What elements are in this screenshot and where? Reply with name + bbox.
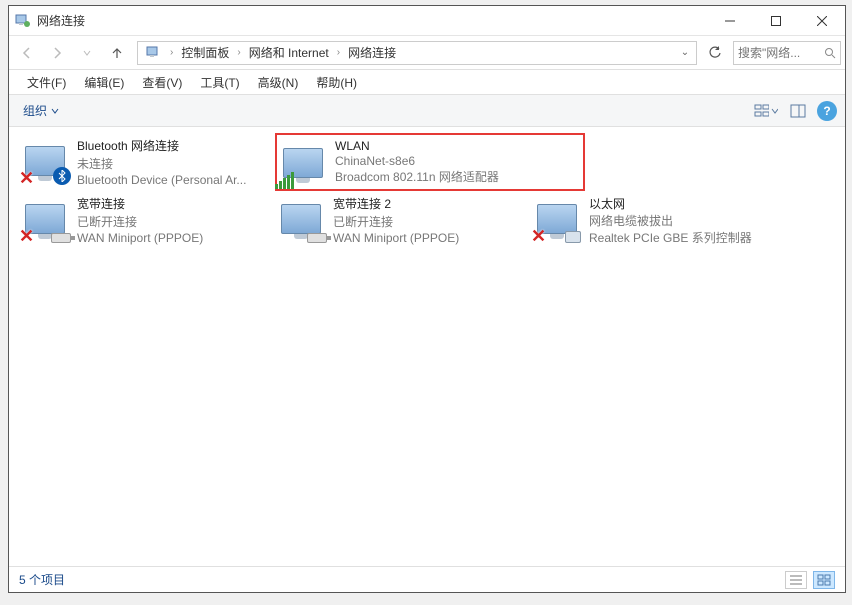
connection-name: WLAN — [335, 139, 499, 153]
connection-name: 宽带连接 — [77, 195, 203, 212]
connection-icon: ✕ — [21, 137, 69, 185]
connection-item[interactable]: 宽带连接 2已断开连接WAN Miniport (PPPOE) — [275, 191, 531, 249]
maximize-button[interactable] — [753, 6, 799, 35]
breadcrumb-item[interactable]: 网络连接 — [342, 42, 402, 64]
ethernet-plug-icon — [565, 231, 581, 243]
tiles-view-button[interactable] — [813, 571, 835, 589]
menu-tools[interactable]: 工具(T) — [192, 71, 247, 94]
address-icon — [140, 42, 168, 64]
connection-name: 宽带连接 2 — [333, 195, 459, 212]
connection-device: Bluetooth Device (Personal Ar... — [77, 173, 246, 187]
address-dropdown[interactable]: ⌄ — [676, 47, 694, 58]
refresh-button[interactable] — [703, 41, 727, 65]
connection-item[interactable]: WLANChinaNet-s8e6Broadcom 802.11n 网络适配器 — [275, 133, 585, 191]
search-input[interactable] — [738, 46, 818, 60]
chevron-right-icon[interactable]: › — [235, 47, 242, 58]
breadcrumb-item[interactable]: 网络和 Internet — [243, 42, 335, 64]
menu-help[interactable]: 帮助(H) — [308, 71, 365, 94]
connection-status: 未连接 — [77, 155, 246, 172]
title-bar: 网络连接 — [9, 6, 845, 36]
wan-plug-icon — [307, 233, 327, 243]
up-button[interactable] — [103, 40, 131, 66]
wan-plug-icon — [51, 233, 71, 243]
connection-status: 已断开连接 — [77, 213, 203, 230]
connection-name: 以太网 — [589, 195, 752, 211]
connection-item[interactable]: ✕ 以太网网络电缆被拔出Realtek PCIe GBE 系列控制器 — [531, 191, 787, 249]
wifi-signal-icon — [275, 172, 294, 189]
connection-status: 已断开连接 — [333, 213, 459, 230]
content-area: ✕ Bluetooth 网络连接未连接Bluetooth Device (Pers… — [9, 127, 845, 566]
forward-button[interactable] — [43, 40, 71, 66]
view-layout-button[interactable] — [753, 100, 779, 122]
menu-view[interactable]: 查看(V) — [134, 71, 190, 94]
connection-device: Realtek PCIe GBE 系列控制器 — [589, 229, 752, 245]
chevron-right-icon[interactable]: › — [335, 47, 342, 58]
recent-dropdown[interactable] — [73, 40, 101, 66]
search-box[interactable] — [733, 41, 841, 65]
close-button[interactable] — [799, 6, 845, 35]
window-controls — [707, 6, 845, 35]
minimize-button[interactable] — [707, 6, 753, 35]
connection-status: 网络电缆被拔出 — [589, 212, 752, 228]
details-view-button[interactable] — [785, 571, 807, 589]
connection-icon — [279, 139, 327, 187]
search-icon — [824, 47, 836, 59]
back-button[interactable] — [13, 40, 41, 66]
menu-bar: 文件(F) 编辑(E) 查看(V) 工具(T) 高级(N) 帮助(H) — [9, 70, 845, 95]
command-bar: 组织 ? — [9, 95, 845, 127]
connection-device: Broadcom 802.11n 网络适配器 — [335, 168, 499, 185]
address-bar[interactable]: › 控制面板 › 网络和 Internet › 网络连接 ⌄ — [137, 41, 697, 65]
chevron-down-icon — [51, 107, 59, 115]
breadcrumb-item[interactable]: 控制面板 — [175, 42, 235, 64]
connection-device: WAN Miniport (PPPOE) — [77, 231, 203, 245]
window-title: 网络连接 — [37, 12, 707, 29]
connection-icon: ✕ — [21, 195, 69, 243]
connection-item[interactable]: ✕ Bluetooth 网络连接未连接Bluetooth Device (Pers… — [19, 133, 275, 191]
organize-label: 组织 — [23, 102, 47, 119]
item-count: 5 个项目 — [19, 571, 65, 588]
connection-item[interactable]: ✕ 宽带连接已断开连接WAN Miniport (PPPOE) — [19, 191, 275, 249]
connection-icon — [277, 195, 325, 243]
chevron-right-icon[interactable]: › — [168, 47, 175, 58]
connection-name: Bluetooth 网络连接 — [77, 137, 246, 154]
menu-file[interactable]: 文件(F) — [19, 71, 74, 94]
connection-icon: ✕ — [533, 195, 581, 243]
preview-pane-button[interactable] — [785, 100, 811, 122]
status-bar: 5 个项目 — [9, 566, 845, 592]
navigation-bar: › 控制面板 › 网络和 Internet › 网络连接 ⌄ — [9, 36, 845, 70]
organize-button[interactable]: 组织 — [17, 98, 65, 123]
menu-edit[interactable]: 编辑(E) — [76, 71, 132, 94]
connection-status: ChinaNet-s8e6 — [335, 154, 499, 168]
bluetooth-icon — [53, 167, 71, 185]
app-icon — [9, 13, 37, 29]
window: 网络连接 › 控制面板 › 网络和 Internet › 网络连接 ⌄ — [8, 5, 846, 593]
connection-device: WAN Miniport (PPPOE) — [333, 231, 459, 245]
help-button[interactable]: ? — [817, 101, 837, 121]
menu-advanced[interactable]: 高级(N) — [250, 71, 307, 94]
